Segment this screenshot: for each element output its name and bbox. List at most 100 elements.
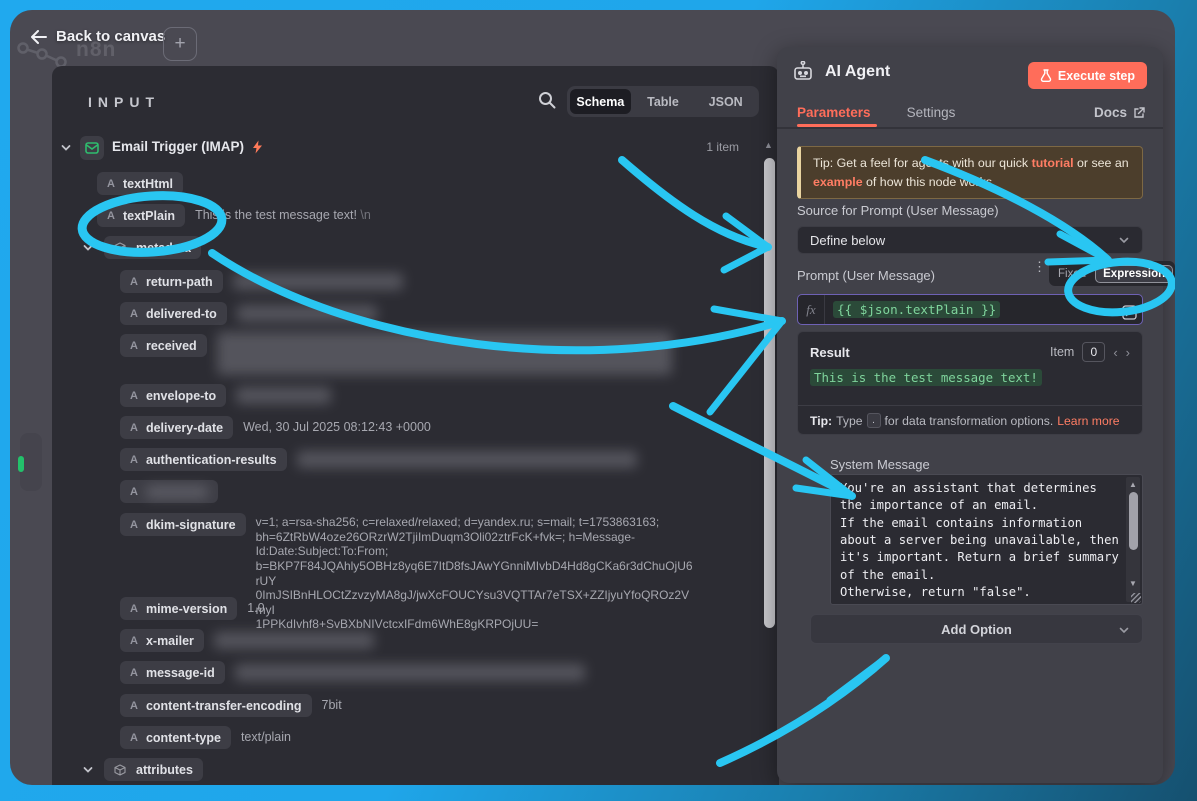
schema-row-content-transfer-encoding[interactable]: Acontent-transfer-encoding 7bit — [52, 694, 752, 717]
chevron-down-icon[interactable] — [60, 142, 72, 154]
scrollbar-thumb[interactable] — [764, 158, 775, 628]
redacted-value — [297, 451, 637, 468]
toggle-fixed[interactable]: Fixed — [1051, 266, 1093, 282]
schema-row-return-path[interactable]: Areturn-path — [52, 270, 752, 293]
schema-row-authentication-results[interactable]: Aauthentication-results — [52, 448, 752, 471]
external-link-icon — [1133, 107, 1145, 119]
docs-link[interactable]: Docs — [1094, 105, 1145, 120]
dot-key-icon: . — [867, 413, 881, 428]
chevron-down-icon — [1118, 234, 1130, 246]
item-index[interactable]: 0 — [1082, 342, 1105, 362]
schema-node-row[interactable]: Email Trigger (IMAP) — [52, 136, 752, 160]
prompt-label: Prompt (User Message) — [797, 268, 935, 283]
scrollbar-thumb[interactable] — [1129, 492, 1138, 550]
schema-row-message-id[interactable]: Amessage-id — [52, 661, 752, 684]
back-arrow-icon — [30, 30, 47, 44]
redacted-value — [236, 387, 331, 404]
object-icon — [114, 764, 126, 776]
email-trigger-icon — [80, 136, 104, 160]
redacted-value — [237, 305, 377, 322]
expression-value: {{ $json.textPlain }} — [833, 301, 1000, 318]
source-for-prompt-select[interactable]: Define below — [797, 226, 1143, 254]
toggle-expression[interactable]: Expression — [1095, 265, 1173, 283]
type-string-icon: A — [107, 210, 115, 222]
input-panel-scrollbar[interactable]: ▲ — [762, 140, 777, 785]
learn-more-link[interactable]: Learn more — [1057, 414, 1119, 428]
search-icon[interactable] — [538, 91, 556, 109]
tab-json[interactable]: JSON — [695, 89, 756, 114]
textarea-scrollbar[interactable]: ▲ ▼ — [1126, 477, 1140, 602]
divider — [798, 405, 1142, 406]
schema-row-mime-version[interactable]: Amime-version 1.0 — [52, 597, 752, 620]
tab-settings[interactable]: Settings — [907, 105, 956, 120]
chevron-down-icon[interactable] — [82, 764, 94, 776]
tutorial-link[interactable]: tutorial — [1032, 156, 1074, 170]
data-transformation-tip: Tip: Type . for data transformation opti… — [810, 413, 1120, 428]
back-to-canvas-label: Back to canvas — [56, 28, 165, 45]
schema-row-textplain[interactable]: AtextPlain This is the test message text… — [52, 204, 752, 227]
selected-option: Define below — [810, 233, 885, 248]
field-key: textHtml — [123, 177, 173, 191]
field-value: This is the test message text! \n — [195, 208, 371, 223]
view-mode-switcher: Schema Table JSON — [567, 86, 759, 117]
next-item-icon[interactable]: › — [1126, 345, 1130, 360]
background-node-edge — [20, 433, 42, 491]
node-title: AI Agent — [825, 63, 890, 81]
node-name: Email Trigger (IMAP) — [112, 139, 244, 154]
chevron-down-icon[interactable] — [82, 242, 94, 254]
field-key: metadata — [136, 241, 191, 255]
type-string-icon: A — [107, 178, 115, 190]
robot-icon — [791, 61, 815, 83]
divider — [777, 127, 1163, 129]
schema-row-content-type[interactable]: Acontent-type text/plain — [52, 726, 752, 749]
scroll-down-arrow[interactable]: ▼ — [1129, 579, 1137, 588]
item-label: Item — [1050, 345, 1074, 359]
fx-icon: fx — [798, 295, 825, 324]
example-link[interactable]: example — [813, 175, 863, 189]
scroll-up-arrow[interactable]: ▲ — [1129, 480, 1137, 489]
execute-step-button[interactable]: Execute step — [1028, 62, 1147, 89]
field-value: 7bit — [322, 698, 342, 713]
schema-row-texthtml[interactable]: AtextHtml — [52, 172, 752, 195]
redacted-key — [146, 486, 208, 498]
field-value: text/plain — [241, 730, 291, 745]
source-for-prompt-label: Source for Prompt (User Message) — [797, 203, 999, 218]
field-value: Wed, 30 Jul 2025 08:12:43 +0000 — [243, 420, 431, 435]
result-value: This is the test message text! — [810, 369, 1042, 386]
schema-row-delivered-to[interactable]: Adelivered-to — [52, 302, 752, 325]
parameter-options-icon[interactable]: ⋮ — [1033, 263, 1041, 271]
schema-row-delivery-date[interactable]: Adelivery-date Wed, 30 Jul 2025 08:12:43… — [52, 416, 752, 439]
redacted-value — [214, 632, 374, 649]
field-key: textPlain — [123, 209, 175, 223]
system-message-label: System Message — [830, 457, 930, 472]
system-message-textarea[interactable]: You're an assistant that determines the … — [830, 474, 1143, 605]
trigger-bolt-icon — [252, 140, 263, 154]
add-option-button[interactable]: Add Option — [810, 614, 1143, 644]
schema-row-received[interactable]: Areceived — [52, 334, 752, 375]
resize-grip[interactable] — [1131, 593, 1141, 603]
input-panel-title: INPUT — [88, 94, 160, 110]
schema-row-x-mailer[interactable]: Ax-mailer — [52, 629, 752, 652]
tab-table[interactable]: Table — [633, 89, 694, 114]
schema-row-redacted-key[interactable]: A — [52, 480, 752, 503]
expand-expression-icon[interactable] — [1122, 305, 1137, 320]
dimmed-canvas: n8n Back to canvas + INPUT Schema Table … — [10, 10, 1175, 785]
chevron-down-icon — [1118, 624, 1130, 636]
scroll-up-arrow[interactable]: ▲ — [764, 140, 773, 150]
previous-item-icon[interactable]: ‹ — [1113, 345, 1117, 360]
tab-parameters[interactable]: Parameters — [797, 105, 871, 120]
schema-row-envelope-to[interactable]: Aenvelope-to — [52, 384, 752, 407]
add-node-button[interactable]: + — [163, 27, 197, 61]
schema-row-metadata[interactable]: metadata — [52, 236, 752, 259]
expression-result-card: Result Item 0 ‹ › This is the test messa… — [797, 331, 1143, 435]
result-label: Result — [810, 345, 850, 360]
agent-tip-banner: Tip: Get a feel for agents with our quic… — [797, 146, 1143, 199]
back-to-canvas-button[interactable]: Back to canvas — [30, 28, 165, 45]
object-icon — [114, 242, 126, 254]
tab-schema[interactable]: Schema — [570, 89, 631, 114]
flask-icon — [1040, 69, 1052, 82]
expression-input[interactable]: fx {{ $json.textPlain }} — [797, 294, 1143, 325]
system-message-value: You're an assistant that determines the … — [840, 480, 1122, 600]
fixed-expression-toggle: Fixed Expression — [1049, 261, 1175, 286]
schema-row-attributes[interactable]: attributes — [52, 758, 752, 781]
